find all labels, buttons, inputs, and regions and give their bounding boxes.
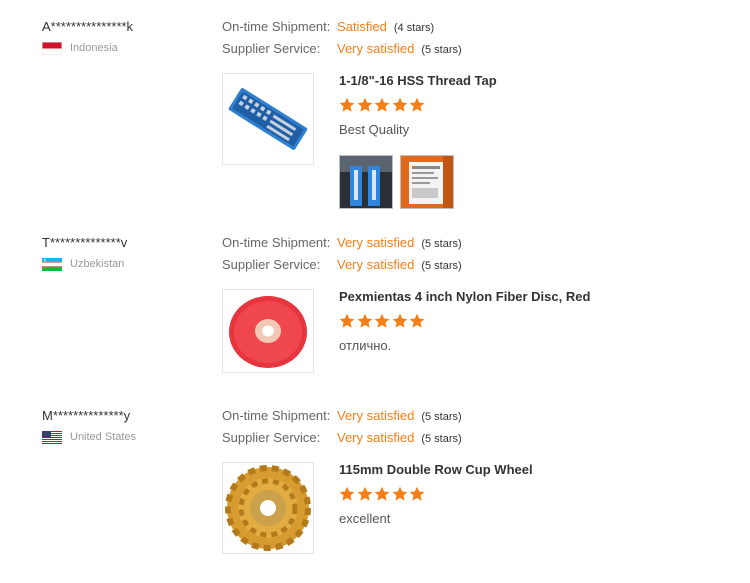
service-stars: (5 stars) (421, 433, 462, 445)
star-icon (392, 97, 408, 113)
star-rating (339, 486, 427, 502)
shipment-label: On-time Shipment: (222, 235, 331, 250)
buyer-country: Uzbekistan (42, 257, 124, 271)
cup-wheel-image (223, 463, 313, 553)
product-image[interactable] (222, 462, 314, 554)
star-icon (374, 97, 390, 113)
shipment-label: On-time Shipment: (222, 19, 331, 34)
shipment-value: Very satisfied (337, 235, 415, 250)
service-label: Supplier Service: (222, 41, 321, 56)
star-icon (339, 313, 355, 329)
shipment-value: Very satisfied (337, 408, 415, 423)
service-label: Supplier Service: (222, 430, 321, 445)
united-states-flag-icon (42, 430, 62, 444)
review-photo-thumb[interactable] (339, 155, 393, 209)
shipment-rating: On-time Shipment: Very satisfied (5 star… (222, 408, 462, 423)
product-image[interactable] (222, 73, 314, 165)
product-title[interactable]: 115mm Double Row Cup Wheel (339, 462, 533, 477)
buyer-country: Indonesia (42, 41, 118, 55)
star-icon (374, 313, 390, 329)
country-label: Indonesia (70, 42, 118, 54)
star-icon (339, 486, 355, 502)
uzbekistan-flag-icon (42, 257, 62, 271)
feedback-text: excellent (339, 511, 391, 526)
product-title[interactable]: 1-1/8"-16 HSS Thread Tap (339, 73, 497, 88)
buyer-name: T**************v (42, 235, 128, 250)
shipment-stars: (4 stars) (393, 22, 435, 34)
service-stars: (5 stars) (421, 44, 462, 56)
product-image[interactable] (222, 289, 314, 373)
indonesia-flag-icon (42, 41, 62, 55)
service-rating: Supplier Service: Very satisfied (5 star… (222, 257, 462, 272)
shipment-stars: (5 stars) (421, 411, 462, 423)
star-icon (409, 97, 425, 113)
service-label: Supplier Service: (222, 257, 321, 272)
shipment-label: On-time Shipment: (222, 408, 331, 423)
star-rating (339, 97, 427, 113)
star-icon (392, 486, 408, 502)
country-label: Uzbekistan (70, 258, 125, 270)
buyer-country: United States (42, 430, 136, 444)
country-label: United States (70, 431, 137, 443)
nylon-fiber-disc-image (223, 290, 313, 372)
star-icon (392, 313, 408, 329)
star-icon (409, 313, 425, 329)
review-photo-tap-icon (340, 156, 392, 208)
service-value: Very satisfied (337, 257, 415, 272)
review-photo-thumb[interactable] (400, 155, 454, 209)
shipment-stars: (5 stars) (421, 238, 462, 250)
shipment-rating: On-time Shipment: Satisfied (4 stars) (222, 19, 434, 34)
feedback-text: отлично. (339, 338, 392, 353)
service-stars: (5 stars) (421, 260, 462, 272)
buyer-name: A***************k (42, 19, 134, 34)
service-value: Very satisfied (337, 41, 415, 56)
star-icon (357, 313, 373, 329)
star-rating (339, 313, 427, 329)
shipment-value: Satisfied (337, 19, 387, 34)
star-icon (357, 97, 373, 113)
review-photo-package-icon (401, 156, 453, 208)
star-icon (357, 486, 373, 502)
service-value: Very satisfied (337, 430, 415, 445)
buyer-name: M**************y (42, 408, 131, 423)
star-icon (339, 97, 355, 113)
service-rating: Supplier Service: Very satisfied (5 star… (222, 430, 462, 445)
thread-tap-set-image (223, 74, 313, 164)
service-rating: Supplier Service: Very satisfied (5 star… (222, 41, 462, 56)
star-icon (409, 486, 425, 502)
feedback-text: Best Quality (339, 122, 410, 137)
shipment-rating: On-time Shipment: Very satisfied (5 star… (222, 235, 462, 250)
product-title[interactable]: Pexmientas 4 inch Nylon Fiber Disc, Red (339, 289, 590, 304)
star-icon (374, 486, 390, 502)
